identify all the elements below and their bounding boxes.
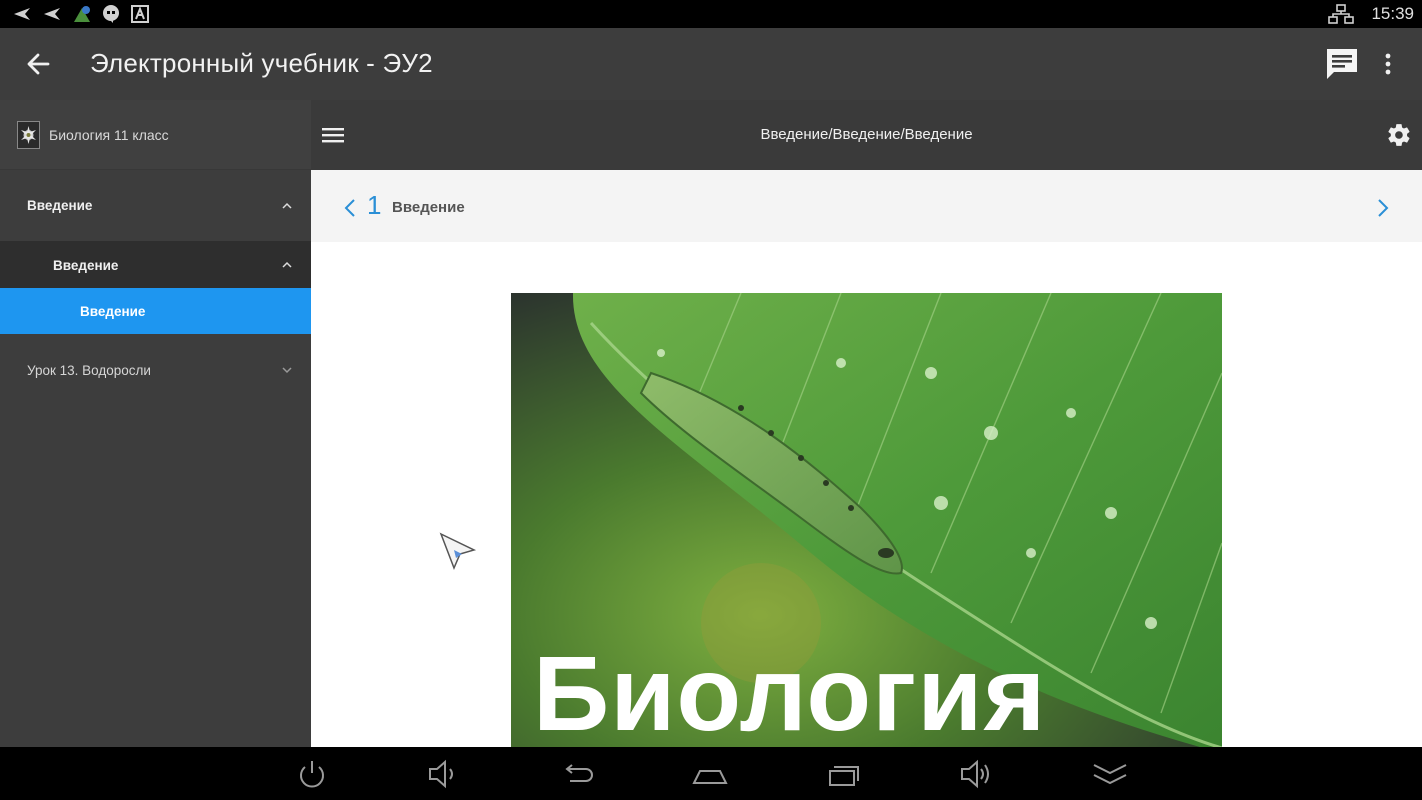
recents-button[interactable] xyxy=(826,757,862,791)
sidebar-item-vvedenie-section[interactable]: Введение xyxy=(0,170,311,241)
app-icon xyxy=(72,4,92,29)
chevron-down-icon xyxy=(282,367,292,374)
book-header[interactable]: Биология 11 класс xyxy=(0,100,311,170)
network-icon xyxy=(1328,4,1354,29)
back-arrow-icon xyxy=(40,4,62,29)
system-navigation-bar xyxy=(0,747,1422,800)
content-area: 1 Введение Биология xyxy=(311,170,1422,747)
breadcrumb: Введение/Введение/Введение xyxy=(760,126,973,143)
cover-title: Биология xyxy=(533,635,1047,747)
comments-button[interactable] xyxy=(1322,46,1362,82)
back-arrow-icon xyxy=(10,4,32,29)
chat-bubble-icon xyxy=(101,4,121,29)
book-cover-image: Биология xyxy=(511,293,1222,747)
next-page-button[interactable] xyxy=(1374,196,1392,220)
page-title: Введение xyxy=(392,199,465,216)
page-number: 1 xyxy=(367,190,382,220)
clock: 15:39 xyxy=(1371,4,1414,23)
volume-down-icon xyxy=(429,759,453,789)
message-icon xyxy=(1327,49,1357,79)
sidebar-item-label: Введение xyxy=(53,258,119,273)
previous-page-button[interactable] xyxy=(341,196,359,220)
settings-button[interactable] xyxy=(1386,122,1412,148)
mouse-cursor xyxy=(438,530,478,572)
chevron-up-icon xyxy=(282,202,292,209)
collapse-icon xyxy=(1093,764,1127,785)
chevron-up-icon xyxy=(282,261,292,268)
recents-icon xyxy=(829,766,859,786)
sidebar: Биология 11 класс Введение Введение Введ… xyxy=(0,100,311,747)
back-arrow-icon xyxy=(27,53,50,75)
chevron-right-icon xyxy=(1378,199,1389,217)
more-options-button[interactable] xyxy=(1376,48,1400,80)
page-navigation: 1 Введение xyxy=(311,170,1422,242)
back-button[interactable] xyxy=(22,48,58,80)
more-vert-icon xyxy=(1385,53,1391,75)
volume-up-icon xyxy=(961,759,989,789)
collapse-button[interactable] xyxy=(1092,757,1128,791)
volume-down-button[interactable] xyxy=(426,757,462,791)
content-toolbar: Введение/Введение/Введение xyxy=(311,100,1422,170)
status-bar: 15:39 xyxy=(0,0,1422,28)
sidebar-item-label: Введение xyxy=(80,304,146,319)
sidebar-item-label: Урок 13. Водоросли xyxy=(27,363,151,378)
back-nav-button[interactable] xyxy=(560,757,596,791)
sidebar-item-vvedenie-page[interactable]: Введение xyxy=(0,288,311,334)
app-title: Электронный учебник - ЭУ2 xyxy=(90,48,433,78)
sidebar-item-label: Введение xyxy=(27,198,93,213)
sidebar-item-vvedenie-chapter[interactable]: Введение xyxy=(0,241,311,288)
back-icon xyxy=(565,764,593,782)
power-icon xyxy=(300,761,324,788)
book-cover-thumbnail xyxy=(17,121,40,149)
home-icon xyxy=(692,770,728,784)
power-button[interactable] xyxy=(294,757,330,791)
sidebar-item-lesson-13[interactable]: Урок 13. Водоросли xyxy=(0,334,311,404)
chevron-left-icon xyxy=(344,199,355,217)
cursor-icon xyxy=(439,532,477,570)
app-bar: Электронный учебник - ЭУ2 xyxy=(0,28,1422,100)
settings-icon xyxy=(1388,124,1410,146)
text-icon xyxy=(131,4,149,29)
volume-up-button[interactable] xyxy=(958,757,994,791)
home-button[interactable] xyxy=(692,757,728,791)
book-title: Биология 11 класс xyxy=(49,127,169,143)
